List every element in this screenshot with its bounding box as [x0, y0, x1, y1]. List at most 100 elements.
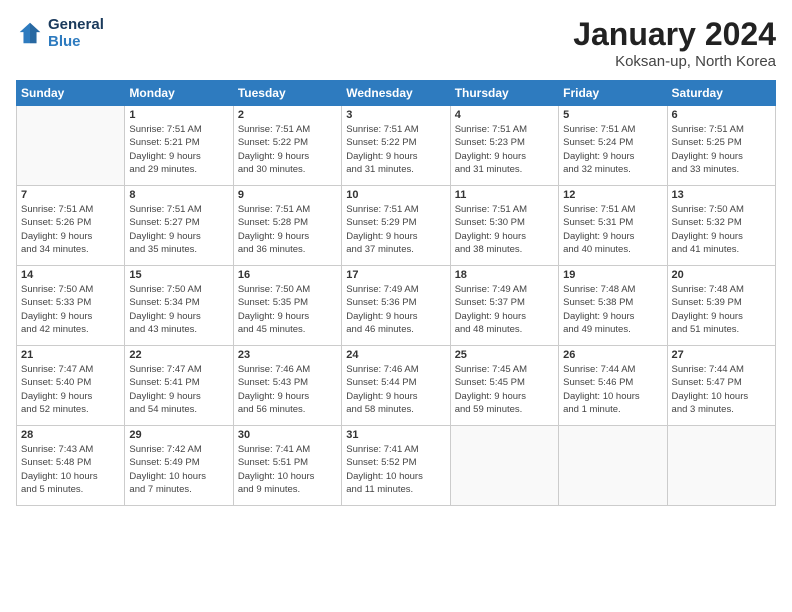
- title-block: January 2024 Koksan-up, North Korea: [573, 16, 776, 70]
- day-number: 24: [346, 349, 445, 361]
- week-row-4: 21 Sunrise: 7:47 AM Sunset: 5:40 PM Dayli…: [17, 346, 776, 426]
- day-cell: 6 Sunrise: 7:51 AM Sunset: 5:25 PM Daylig…: [667, 106, 775, 186]
- location: Koksan-up, North Korea: [573, 53, 776, 70]
- day-cell: 9Sunrise: 7:51 AM Sunset: 5:28 PM Daylig…: [233, 186, 341, 266]
- day-cell: 4 Sunrise: 7:51 AM Sunset: 5:23 PM Daylig…: [450, 106, 558, 186]
- day-cell: 20Sunrise: 7:48 AM Sunset: 5:39 PM Dayli…: [667, 266, 775, 346]
- day-number: 3: [346, 109, 445, 121]
- day-cell: 5Sunrise: 7:51 AM Sunset: 5:24 PM Daylig…: [559, 106, 667, 186]
- month-title: January 2024: [573, 16, 776, 53]
- day-number: 21: [21, 349, 120, 361]
- day-info: Sunrise: 7:51 AM Sunset: 5:24 PM Dayligh…: [563, 123, 662, 176]
- col-header-tuesday: Tuesday: [233, 81, 341, 106]
- day-number: 1: [129, 109, 228, 121]
- col-header-saturday: Saturday: [667, 81, 775, 106]
- day-cell: 7 Sunrise: 7:51 AM Sunset: 5:26 PM Daylig…: [17, 186, 125, 266]
- day-cell: 1 Sunrise: 7:51 AM Sunset: 5:21 PM Daylig…: [125, 106, 233, 186]
- day-cell: 26 Sunrise: 7:44 AM Sunset: 5:46 PM Dayli…: [559, 346, 667, 426]
- day-info: Sunrise: 7:47 AM Sunset: 5:40 PM Dayligh…: [21, 363, 120, 416]
- day-cell: 22Sunrise: 7:47 AM Sunset: 5:41 PM Dayli…: [125, 346, 233, 426]
- calendar-table: SundayMondayTuesdayWednesdayThursdayFrid…: [16, 80, 776, 506]
- day-number: 17: [346, 269, 445, 281]
- week-row-2: 7 Sunrise: 7:51 AM Sunset: 5:26 PM Daylig…: [17, 186, 776, 266]
- day-info: Sunrise: 7:44 AM Sunset: 5:46 PM Dayligh…: [563, 363, 662, 416]
- day-cell: 10 Sunrise: 7:51 AM Sunset: 5:29 PM Dayli…: [342, 186, 450, 266]
- week-row-5: 28Sunrise: 7:43 AM Sunset: 5:48 PM Dayli…: [17, 426, 776, 506]
- day-number: 14: [21, 269, 120, 281]
- day-number: 26: [563, 349, 662, 361]
- day-info: Sunrise: 7:51 AM Sunset: 5:28 PM Dayligh…: [238, 203, 337, 256]
- day-info: Sunrise: 7:51 AM Sunset: 5:23 PM Dayligh…: [455, 123, 554, 176]
- week-row-3: 14 Sunrise: 7:50 AM Sunset: 5:33 PM Dayli…: [17, 266, 776, 346]
- day-cell: 28Sunrise: 7:43 AM Sunset: 5:48 PM Dayli…: [17, 426, 125, 506]
- logo-text: General Blue: [48, 16, 104, 50]
- day-cell: 16 Sunrise: 7:50 AM Sunset: 5:35 PM Dayli…: [233, 266, 341, 346]
- day-number: 29: [129, 429, 228, 441]
- day-cell: 18 Sunrise: 7:49 AM Sunset: 5:37 PM Dayli…: [450, 266, 558, 346]
- day-info: Sunrise: 7:41 AM Sunset: 5:52 PM Dayligh…: [346, 443, 445, 496]
- day-info: Sunrise: 7:50 AM Sunset: 5:33 PM Dayligh…: [21, 283, 120, 336]
- col-header-friday: Friday: [559, 81, 667, 106]
- day-cell: 24 Sunrise: 7:46 AM Sunset: 5:44 PM Dayli…: [342, 346, 450, 426]
- day-info: Sunrise: 7:46 AM Sunset: 5:44 PM Dayligh…: [346, 363, 445, 416]
- day-cell: 31Sunrise: 7:41 AM Sunset: 5:52 PM Dayli…: [342, 426, 450, 506]
- day-info: Sunrise: 7:50 AM Sunset: 5:34 PM Dayligh…: [129, 283, 228, 336]
- day-number: 15: [129, 269, 228, 281]
- day-cell: 3Sunrise: 7:51 AM Sunset: 5:22 PM Daylig…: [342, 106, 450, 186]
- day-number: 4: [455, 109, 554, 121]
- day-number: 30: [238, 429, 337, 441]
- day-cell: 27Sunrise: 7:44 AM Sunset: 5:47 PM Dayli…: [667, 346, 775, 426]
- day-cell: 21 Sunrise: 7:47 AM Sunset: 5:40 PM Dayli…: [17, 346, 125, 426]
- day-number: 18: [455, 269, 554, 281]
- day-cell: 17 Sunrise: 7:49 AM Sunset: 5:36 PM Dayli…: [342, 266, 450, 346]
- day-info: Sunrise: 7:51 AM Sunset: 5:22 PM Dayligh…: [238, 123, 337, 176]
- day-number: 12: [563, 189, 662, 201]
- day-info: Sunrise: 7:50 AM Sunset: 5:35 PM Dayligh…: [238, 283, 337, 336]
- day-number: 7: [21, 189, 120, 201]
- day-info: Sunrise: 7:48 AM Sunset: 5:38 PM Dayligh…: [563, 283, 662, 336]
- day-info: Sunrise: 7:49 AM Sunset: 5:36 PM Dayligh…: [346, 283, 445, 336]
- day-cell: 14 Sunrise: 7:50 AM Sunset: 5:33 PM Dayli…: [17, 266, 125, 346]
- logo: General Blue: [16, 16, 104, 50]
- logo-icon: [16, 19, 44, 47]
- day-cell: [17, 106, 125, 186]
- day-info: Sunrise: 7:51 AM Sunset: 5:26 PM Dayligh…: [21, 203, 120, 256]
- header: General Blue January 2024 Koksan-up, Nor…: [16, 16, 776, 70]
- day-info: Sunrise: 7:42 AM Sunset: 5:49 PM Dayligh…: [129, 443, 228, 496]
- day-cell: 23Sunrise: 7:46 AM Sunset: 5:43 PM Dayli…: [233, 346, 341, 426]
- day-info: Sunrise: 7:49 AM Sunset: 5:37 PM Dayligh…: [455, 283, 554, 336]
- day-info: Sunrise: 7:44 AM Sunset: 5:47 PM Dayligh…: [672, 363, 771, 416]
- day-info: Sunrise: 7:51 AM Sunset: 5:21 PM Dayligh…: [129, 123, 228, 176]
- col-header-wednesday: Wednesday: [342, 81, 450, 106]
- day-cell: 30 Sunrise: 7:41 AM Sunset: 5:51 PM Dayli…: [233, 426, 341, 506]
- day-number: 8: [129, 189, 228, 201]
- day-info: Sunrise: 7:46 AM Sunset: 5:43 PM Dayligh…: [238, 363, 337, 416]
- day-info: Sunrise: 7:41 AM Sunset: 5:51 PM Dayligh…: [238, 443, 337, 496]
- day-cell: 29 Sunrise: 7:42 AM Sunset: 5:49 PM Dayli…: [125, 426, 233, 506]
- day-info: Sunrise: 7:51 AM Sunset: 5:25 PM Dayligh…: [672, 123, 771, 176]
- day-number: 19: [563, 269, 662, 281]
- day-cell: [559, 426, 667, 506]
- day-number: 25: [455, 349, 554, 361]
- day-number: 13: [672, 189, 771, 201]
- col-header-monday: Monday: [125, 81, 233, 106]
- day-cell: 12 Sunrise: 7:51 AM Sunset: 5:31 PM Dayli…: [559, 186, 667, 266]
- day-number: 10: [346, 189, 445, 201]
- day-number: 11: [455, 189, 554, 201]
- day-info: Sunrise: 7:51 AM Sunset: 5:31 PM Dayligh…: [563, 203, 662, 256]
- day-info: Sunrise: 7:51 AM Sunset: 5:30 PM Dayligh…: [455, 203, 554, 256]
- day-cell: 15 Sunrise: 7:50 AM Sunset: 5:34 PM Dayli…: [125, 266, 233, 346]
- day-cell: [450, 426, 558, 506]
- day-cell: 19 Sunrise: 7:48 AM Sunset: 5:38 PM Dayli…: [559, 266, 667, 346]
- day-info: Sunrise: 7:43 AM Sunset: 5:48 PM Dayligh…: [21, 443, 120, 496]
- day-info: Sunrise: 7:51 AM Sunset: 5:27 PM Dayligh…: [129, 203, 228, 256]
- day-cell: 2Sunrise: 7:51 AM Sunset: 5:22 PM Daylig…: [233, 106, 341, 186]
- day-info: Sunrise: 7:51 AM Sunset: 5:29 PM Dayligh…: [346, 203, 445, 256]
- day-cell: 25Sunrise: 7:45 AM Sunset: 5:45 PM Dayli…: [450, 346, 558, 426]
- col-header-thursday: Thursday: [450, 81, 558, 106]
- day-cell: [667, 426, 775, 506]
- col-header-sunday: Sunday: [17, 81, 125, 106]
- day-info: Sunrise: 7:48 AM Sunset: 5:39 PM Dayligh…: [672, 283, 771, 336]
- day-number: 16: [238, 269, 337, 281]
- day-number: 6: [672, 109, 771, 121]
